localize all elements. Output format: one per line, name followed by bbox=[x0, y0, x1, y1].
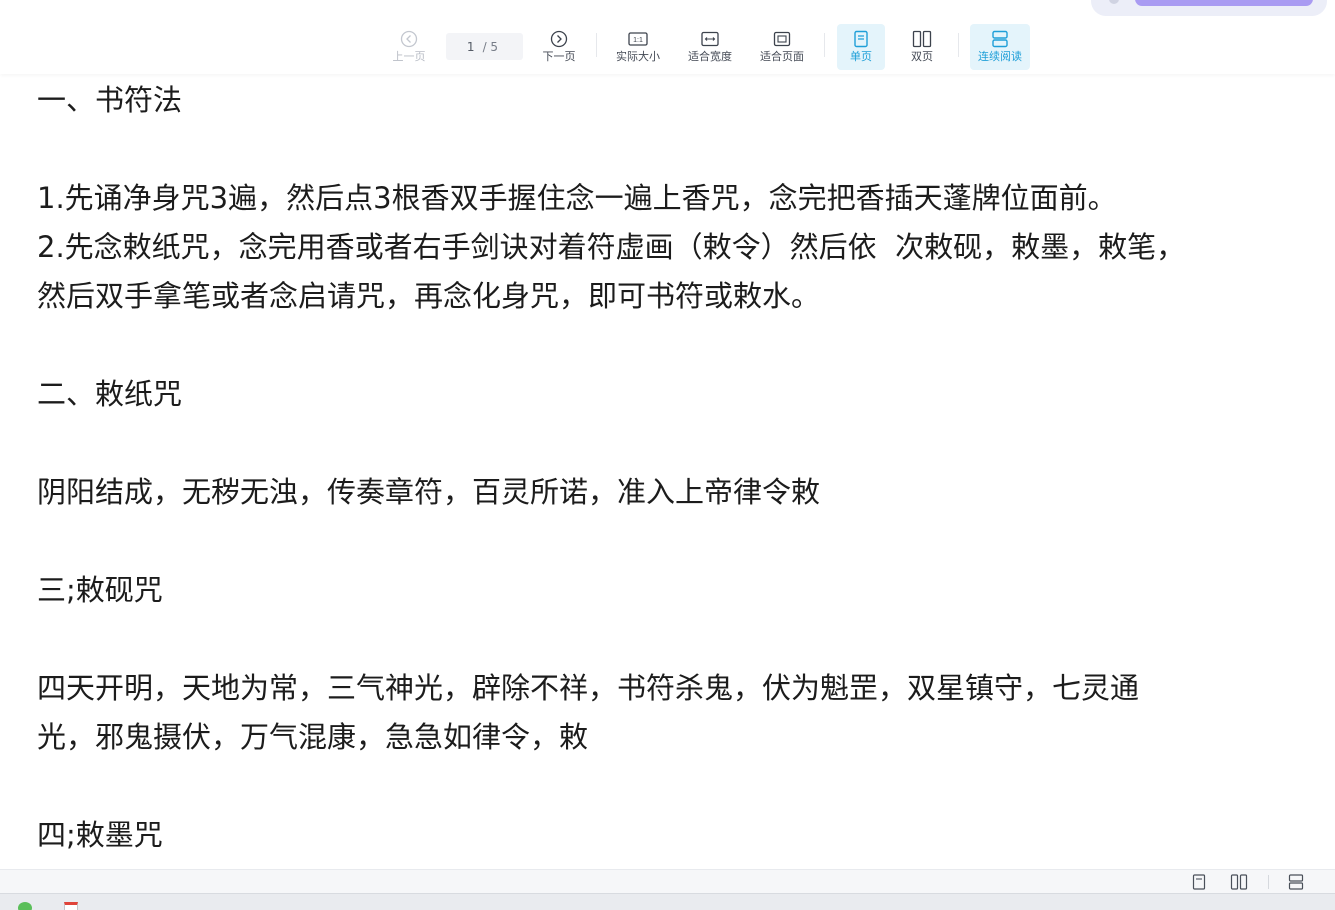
status-double-page-icon[interactable] bbox=[1230, 874, 1248, 890]
doc-line-blank bbox=[37, 517, 1335, 566]
double-page-button[interactable]: 双页 bbox=[898, 24, 946, 70]
continuous-reading-button[interactable]: 连续阅读 bbox=[970, 24, 1030, 70]
doc-line: 1.先诵净身咒3遍，然后点3根香双手握住念一遍上香咒，念完把香插天蓬牌位面前。 bbox=[37, 181, 1117, 215]
doc-line-blank bbox=[37, 762, 1335, 811]
doc-line: 然后双手拿笔或者念启请咒，再念化身咒，即可书符或敕水。 bbox=[37, 279, 821, 313]
doc-line: 二、敕纸咒 bbox=[37, 377, 183, 411]
page-number-field[interactable]: 1 / 5 bbox=[446, 33, 523, 60]
prev-page-label: 上一页 bbox=[392, 50, 426, 63]
fit-width-icon bbox=[700, 29, 720, 49]
doc-line-blank bbox=[37, 125, 1335, 174]
page-current: 1 bbox=[466, 39, 475, 54]
taskbar-app-icon[interactable] bbox=[18, 902, 32, 910]
doc-line-blank bbox=[37, 419, 1335, 468]
svg-text:1:1: 1:1 bbox=[633, 37, 643, 44]
actual-size-label: 实际大小 bbox=[616, 50, 660, 63]
doc-line: 四天开明，天地为常，三气神光，辟除不祥，书符杀鬼，伏为魁罡，双星镇守，七灵通 bbox=[37, 671, 1140, 705]
actual-size-button[interactable]: 1:1 实际大小 bbox=[610, 24, 666, 70]
fit-width-button[interactable]: 适合宽度 bbox=[682, 24, 738, 70]
single-page-label: 单页 bbox=[850, 50, 872, 63]
continuous-reading-icon bbox=[990, 29, 1010, 49]
toolbar-divider bbox=[596, 33, 597, 57]
page-total: / 5 bbox=[482, 39, 499, 54]
status-continuous-icon[interactable] bbox=[1287, 874, 1305, 890]
pdf-reader-window: 一、书符法 1.先诵净身咒3遍，然后点3根香双手握住念一遍上香咒，念完把香插天蓬… bbox=[0, 0, 1335, 910]
chevron-right-icon bbox=[549, 29, 569, 49]
double-page-label: 双页 bbox=[911, 50, 933, 63]
status-bar bbox=[0, 869, 1335, 894]
assistant-button[interactable] bbox=[1135, 0, 1313, 6]
status-single-page-icon[interactable] bbox=[1190, 874, 1208, 890]
prev-page-button[interactable]: 上一页 bbox=[386, 24, 432, 70]
taskbar-notepad-icon[interactable] bbox=[64, 902, 78, 910]
doc-line: 三;敕砚咒 bbox=[37, 573, 163, 607]
assistant-icon bbox=[1109, 0, 1119, 4]
next-page-label: 下一页 bbox=[542, 50, 576, 63]
single-page-button[interactable]: 单页 bbox=[837, 24, 885, 70]
single-page-icon bbox=[851, 29, 871, 49]
document-content: 一、书符法 1.先诵净身咒3遍，然后点3根香双手握住念一遍上香咒，念完把香插天蓬… bbox=[37, 76, 1335, 860]
fit-page-icon bbox=[772, 29, 792, 49]
doc-line: 阴阳结成，无秽无浊，传奏章符，百灵所诺，准入上帝律令敕 bbox=[37, 475, 821, 509]
doc-line-blank bbox=[37, 615, 1335, 664]
fit-page-button[interactable]: 适合页面 bbox=[754, 24, 810, 70]
doc-line-blank bbox=[37, 321, 1335, 370]
taskbar bbox=[0, 893, 1335, 910]
toolbar-divider bbox=[824, 33, 825, 57]
actual-size-icon: 1:1 bbox=[628, 29, 648, 49]
toolbar-divider bbox=[958, 33, 959, 57]
doc-line: 2.先念敕纸咒，念完用香或者右手剑诀对着符虚画（敕令）然后依 次敕砚，敕墨，敕笔… bbox=[37, 230, 1186, 264]
next-page-button[interactable]: 下一页 bbox=[536, 24, 582, 70]
fit-page-label: 适合页面 bbox=[760, 50, 804, 63]
doc-line: 一、书符法 bbox=[37, 83, 183, 117]
doc-line: 光，邪鬼摄伏，万气混康，急急如律令，敕 bbox=[37, 720, 589, 754]
status-divider bbox=[1268, 875, 1269, 889]
floating-assistant-pill[interactable] bbox=[1091, 0, 1327, 16]
double-page-icon bbox=[912, 29, 932, 49]
fit-width-label: 适合宽度 bbox=[688, 50, 732, 63]
doc-line: 四;敕墨咒 bbox=[37, 818, 163, 852]
chevron-left-icon bbox=[399, 29, 419, 49]
continuous-reading-label: 连续阅读 bbox=[978, 50, 1022, 63]
